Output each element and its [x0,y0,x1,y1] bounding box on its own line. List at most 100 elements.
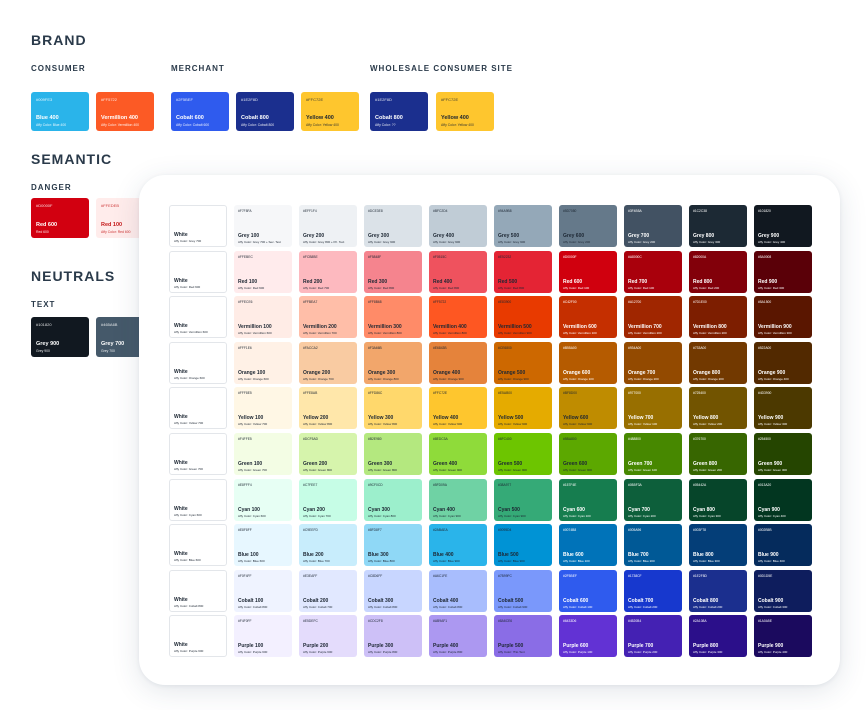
swatch-sub: Affy Color: Grey 700 [174,239,202,243]
swatch-sub: Affy Color: Yellow 900 [433,422,463,427]
palette-swatch: #934A00 Orange 700 Affy Color: Orange 200 [624,341,682,384]
swatch-sub: Affy Color: Orange 900 [433,376,464,381]
palette-swatch: #E3EAFF Cobalt 200 Affy Color: Cobalt 700 [299,569,357,612]
swatch-hex: #0095D4 [498,528,512,533]
palette-swatch: #05442A Cyan 800 Affy Color: Cyan 300 [689,478,747,521]
swatch-sub: Affy Color: Green 800 [368,468,397,472]
swatch-name: Blue 300 [368,552,389,559]
swatch-hex: #3F4B5A [628,209,642,213]
color-guide-page: BRAND CONSUMER MERCHANT WHOLESALE CONSUM… [0,0,866,710]
white-swatch: White Affy Color: Orange 600 [169,341,227,384]
swatch-sub: Affy Color: Green 800 [303,468,332,472]
palette-swatch: #FACCA2 Orange 200 Affy Color: Orange 700 [299,341,357,384]
swatch-name: Yellow 700 [628,415,654,422]
palette-swatch: #1A0A5E Purple 900 Affy Color: Purple 400 [754,615,812,658]
swatch-name: Orange 900 [758,369,786,376]
palette-swatch: #C8D6FF Cobalt 300 Affy Color: Cobalt 800 [364,569,422,612]
palette-swatch: #C9EEFD Blue 200 Affy Color: Blue 700 [299,524,357,567]
swatch-name: Cobalt 500 [498,597,524,604]
palette-swatch: #C7FEE7 Cyan 200 Affy Color: Cyan 700 [299,478,357,521]
brand-swatch: #1E2F8D Cobalt 800 Affy Color: Cobalt 800 [236,92,294,131]
palette-swatch: #0095D4 Blue 500 Affy Color: Blue 900 [494,524,552,567]
swatch-name: Vermillion 400 [433,324,467,331]
swatch-hex: #FFD86C [368,391,383,396]
swatch-sub: Affy Color: Green 700 [238,468,267,472]
swatch-hex: #EFF1F4 [303,209,317,213]
palette-swatch: #F5848F Red 300 Affy Color: Red 800 [364,250,422,293]
swatch-name: Orange 600 [563,369,591,376]
swatch-hex: #1C2C38 [693,209,707,213]
neutral-swatch: #101820 Grey 900 Grey 900 [31,317,89,357]
white-swatch: White Affy Color: Vermillion 600 [169,296,227,339]
swatch-sub: Affy Color: Green 200 [693,468,722,472]
swatch-name: Blue 400 [36,115,59,121]
swatch-sub: Affy Color: Blue 400 [36,123,67,127]
swatch-sub: Affy Color: Blue 100 [563,559,590,564]
swatch-sub: Affy Color: Red 600 [238,285,265,290]
palette-swatch: #EFF1F4 Grey 200 Affy Color: Grey 800 + Pr… [299,205,357,247]
palette-swatch: #8A6CE6 Purple 500 Affy Color: ?No Text [494,615,552,658]
swatch-sub: Affy Color: Blue 200 [628,559,655,564]
swatch-sub: Affy Color: Red 100 [628,285,655,290]
swatch-hex: #C7FEE7 [303,482,318,487]
palette-row: White Affy Color: Yellow 700 #FFF8E5 Yellow… [169,387,814,430]
palette-row: White Affy Color: Cyan 600 #E8FFF4 Cyan 100… [169,478,814,521]
swatch-sub: Red 600 [36,230,49,234]
swatch-name: Cobalt 700 [628,597,654,604]
palette-swatch: #CE6800 Orange 500 Affy Color: Orange 900 [494,341,552,384]
swatch-name: Cyan 600 [563,506,585,513]
swatch-hex: #FCB8BE [303,254,318,259]
swatch-hex: #934A00 [628,345,642,350]
palette-swatch: #7B99FC Cobalt 500 Affy Color: Cobalt 900 [494,569,552,612]
swatch-sub: Affy Color: Yellow 700 [238,422,268,427]
swatch-hex: #E5AB00 [498,391,512,396]
swatch-sub: Affy Color: Yellow 900 [563,422,593,427]
white-swatch: White Affy Color: Purple 600 [169,615,227,658]
swatch-hex: #38A977 [498,482,512,487]
brand-swatch: #1E2F8D Cobalt 800 Affy Color: ?? [370,92,428,131]
swatch-name: Yellow 100 [238,415,264,422]
swatch-hex: #4520B4 [628,619,642,624]
swatch-hex: #6FC400 [498,437,512,441]
swatch-name: Red 100 [238,278,258,285]
swatch-name: Orange 700 [628,369,656,376]
swatch-name: Purple 300 [368,643,394,650]
swatch-name: Grey 200 [303,233,325,239]
swatch-name: White [174,505,188,512]
text-label: TEXT [31,300,56,309]
palette-swatch: #013A20 Cyan 900 Affy Color: Cyan 400 [754,478,812,521]
palette-swatch: #E83900 Vermillion 500 Affy Color: Vermill… [494,296,552,339]
swatch-sub: Affy Color: Red 800 [498,285,525,290]
swatch-hex: #FF5722 [101,97,118,102]
swatch-sub: Affy Color: Blue 900 [498,559,525,564]
swatch-name: Yellow 500 [498,415,524,422]
swatch-hex: #FFF1E6 [238,345,252,350]
swatch-hex: #4D3900 [758,391,772,396]
swatch-name: Vermillion 100 [238,324,272,331]
swatch-name: Green 300 [368,461,393,467]
swatch-hex: #FFEDEB [101,203,120,208]
swatch-hex: #8EDC3A [433,437,448,441]
swatch-sub: Affy Color: Cyan 700 [303,513,331,518]
swatch-sub: Affy Color: Yellow 100 [628,422,658,427]
swatch-sub: Affy Color: Orange 200 [693,376,724,381]
swatch-name: Cobalt 400 [433,597,459,604]
brand-title: BRAND [31,32,87,48]
swatch-hex: #C42F00 [563,300,577,305]
swatch-name: Yellow 400 [433,415,459,422]
palette-swatch: #9CF0CD Cyan 300 Affy Color: Cyan 800 [364,478,422,521]
swatch-hex: #2ABAEA [433,528,448,533]
swatch-sub: Affy Color: ?? [375,123,396,127]
palette-swatch: #BF8D00 Yellow 600 Affy Color: Yellow 900 [559,387,617,430]
palette-swatch: #AB9AF1 Purple 400 Affy Color: Purple 800 [429,615,487,658]
swatch-sub: Affy Color: Yellow 200 [693,422,723,427]
swatch-name: Blue 200 [303,552,324,559]
swatch-hex: #157F4E [563,482,577,487]
swatch-sub: Affy Color: Yellow 400 [306,123,339,127]
swatch-name: Blue 700 [628,552,649,559]
palette-swatch: #522A00 Orange 900 Affy Color: Orange 400 [754,341,812,384]
brand-swatch: #009FE3 Blue 400 Affy Color: Blue 400 [31,92,89,131]
swatch-hex: #BFC2D4 [433,209,448,213]
swatch-sub: Affy Color: Orange 900 [498,376,529,381]
swatch-hex: #F3A66B [368,345,382,350]
